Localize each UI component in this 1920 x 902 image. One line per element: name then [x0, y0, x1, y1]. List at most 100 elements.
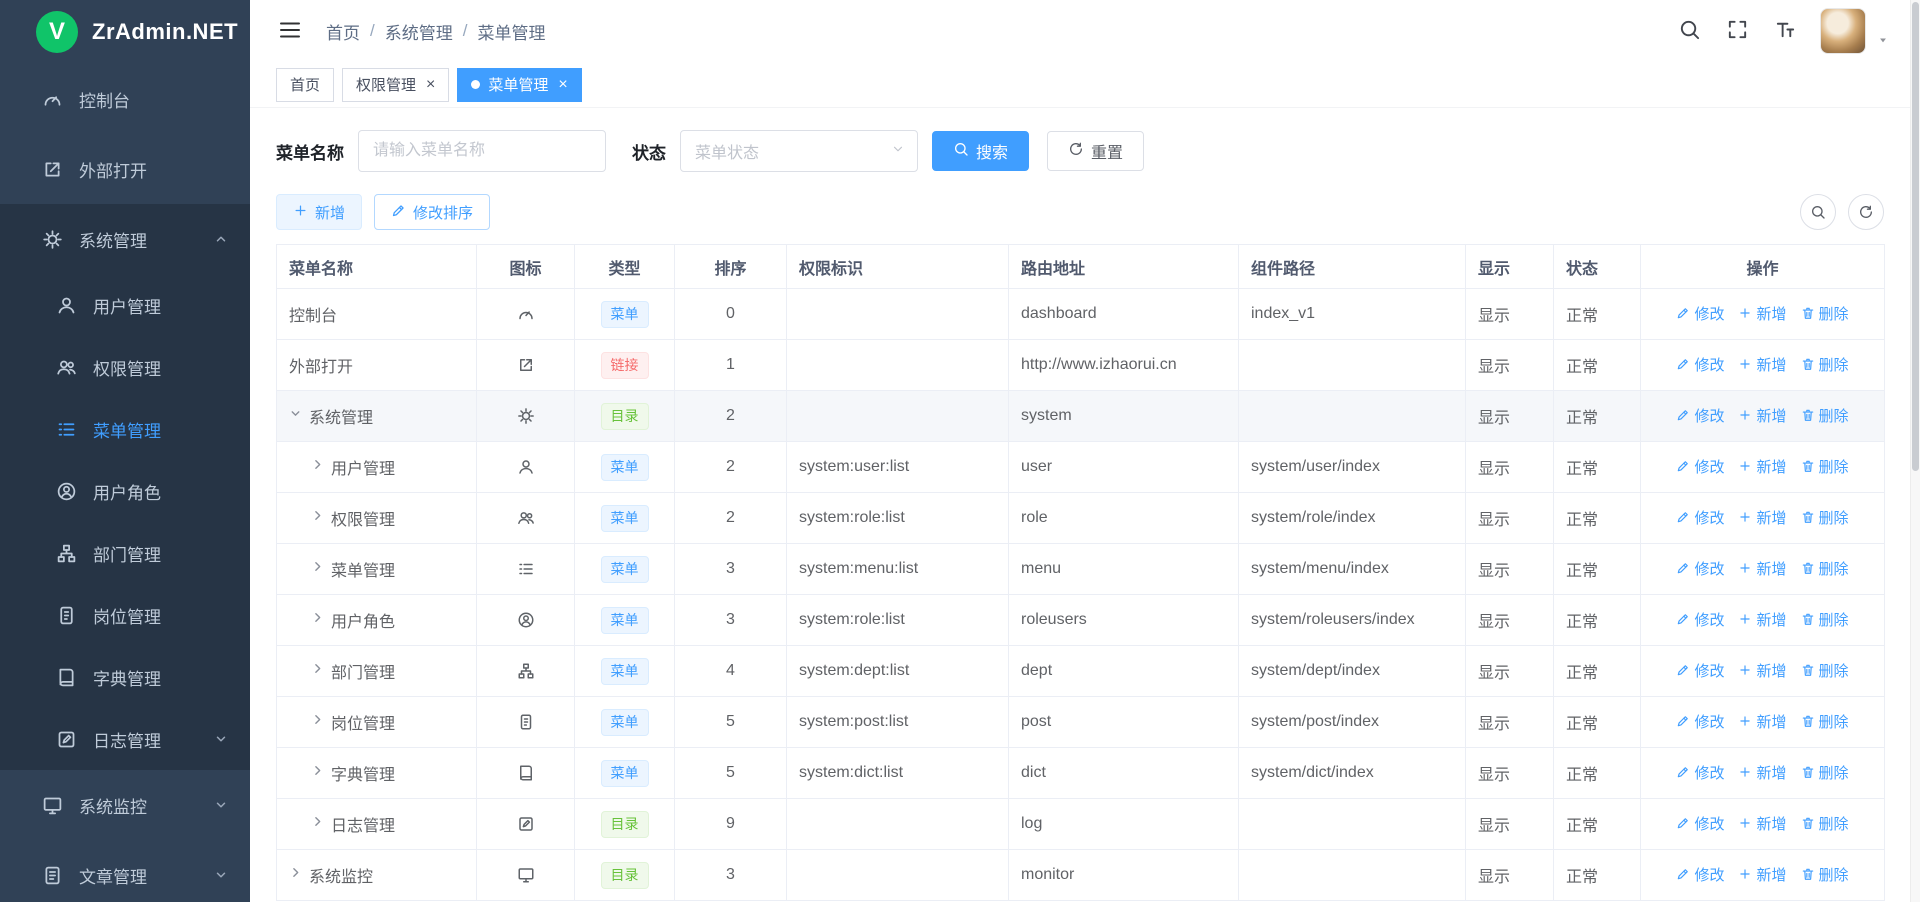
- status-select[interactable]: 菜单状态: [680, 130, 918, 172]
- page-scrollbar[interactable]: [1910, 0, 1920, 902]
- user-avatar[interactable]: [1820, 8, 1866, 54]
- delete-link[interactable]: 删除: [1801, 864, 1849, 885]
- edit-link[interactable]: 修改: [1676, 456, 1724, 477]
- tab-0[interactable]: 首页: [276, 68, 334, 102]
- sidebar-subitem[interactable]: 用户角色: [0, 460, 250, 522]
- font-size-button[interactable]: [1772, 18, 1798, 44]
- sidebar-item[interactable]: 文章管理: [0, 840, 250, 902]
- delete-link[interactable]: 删除: [1801, 711, 1849, 732]
- sidebar-subitem[interactable]: 部门管理: [0, 522, 250, 584]
- row-expander[interactable]: [311, 713, 324, 731]
- delete-link[interactable]: 删除: [1801, 456, 1849, 477]
- add-link[interactable]: 新增: [1738, 864, 1786, 885]
- component-cell: system/role/index: [1239, 493, 1466, 544]
- add-link[interactable]: 新增: [1738, 456, 1786, 477]
- user-role-icon: [517, 611, 535, 629]
- plus-icon: [1738, 357, 1752, 371]
- dept-tree-icon: [517, 662, 535, 680]
- search-button[interactable]: 搜索: [932, 131, 1029, 171]
- sidebar-subitem[interactable]: 字典管理: [0, 646, 250, 708]
- delete-link[interactable]: 删除: [1801, 507, 1849, 528]
- edit-link[interactable]: 修改: [1676, 660, 1724, 681]
- trash-icon: [1801, 714, 1815, 728]
- hamburger-icon: [278, 18, 302, 42]
- tab-2[interactable]: 菜单管理×: [457, 68, 581, 102]
- menu-name-input[interactable]: [358, 130, 606, 172]
- status-cell: 正常: [1554, 646, 1641, 697]
- user-icon: [56, 295, 77, 316]
- delete-link[interactable]: 删除: [1801, 558, 1849, 579]
- delete-link[interactable]: 删除: [1801, 405, 1849, 426]
- delete-link[interactable]: 删除: [1801, 762, 1849, 783]
- add-link[interactable]: 新增: [1738, 711, 1786, 732]
- sidebar-item[interactable]: 系统管理: [0, 204, 250, 274]
- plus-icon: [1738, 561, 1752, 575]
- add-link[interactable]: 新增: [1738, 507, 1786, 528]
- delete-link[interactable]: 删除: [1801, 354, 1849, 375]
- row-expander[interactable]: [311, 662, 324, 680]
- header-search-button[interactable]: [1676, 18, 1702, 44]
- breadcrumb-item[interactable]: 系统管理: [385, 19, 453, 44]
- fullscreen-button[interactable]: [1724, 18, 1750, 44]
- edit-link[interactable]: 修改: [1676, 762, 1724, 783]
- column-header: 菜单名称: [277, 245, 477, 289]
- add-button[interactable]: 新增: [276, 194, 362, 230]
- breadcrumb-item[interactable]: 首页: [326, 19, 360, 44]
- edit-link[interactable]: 修改: [1676, 354, 1724, 375]
- row-expander[interactable]: [311, 560, 324, 578]
- delete-link[interactable]: 删除: [1801, 303, 1849, 324]
- edit-link[interactable]: 修改: [1676, 813, 1724, 834]
- row-expander[interactable]: [311, 509, 324, 527]
- sidebar-subitem[interactable]: 菜单管理: [0, 398, 250, 460]
- delete-link[interactable]: 删除: [1801, 609, 1849, 630]
- avatar-dropdown-caret[interactable]: [1888, 11, 1890, 52]
- sidebar-subitem[interactable]: 日志管理: [0, 708, 250, 770]
- sidebar-subitem[interactable]: 岗位管理: [0, 584, 250, 646]
- add-link[interactable]: 新增: [1738, 660, 1786, 681]
- tab-close-icon[interactable]: ×: [426, 77, 435, 93]
- component-cell: [1239, 850, 1466, 901]
- delete-link[interactable]: 删除: [1801, 813, 1849, 834]
- tab-close-icon[interactable]: ×: [558, 77, 567, 93]
- add-link[interactable]: 新增: [1738, 813, 1786, 834]
- order-cell: 9: [675, 799, 787, 850]
- menu-name: 权限管理: [331, 506, 395, 530]
- reset-button[interactable]: 重置: [1047, 131, 1144, 171]
- edit-link[interactable]: 修改: [1676, 711, 1724, 732]
- add-link[interactable]: 新增: [1738, 354, 1786, 375]
- sidebar-subitem[interactable]: 权限管理: [0, 336, 250, 398]
- edit-link[interactable]: 修改: [1676, 609, 1724, 630]
- edit-link[interactable]: 修改: [1676, 864, 1724, 885]
- sidebar-item[interactable]: 系统监控: [0, 770, 250, 840]
- add-link[interactable]: 新增: [1738, 405, 1786, 426]
- add-link[interactable]: 新增: [1738, 558, 1786, 579]
- add-link[interactable]: 新增: [1738, 609, 1786, 630]
- sidebar-item[interactable]: 外部打开: [0, 134, 250, 204]
- edit-link[interactable]: 修改: [1676, 507, 1724, 528]
- breadcrumb-item[interactable]: 菜单管理: [477, 19, 545, 44]
- edit-link[interactable]: 修改: [1676, 405, 1724, 426]
- sidebar-toggle-button[interactable]: [276, 17, 304, 45]
- row-expander[interactable]: [311, 815, 324, 833]
- menu-list-icon: [517, 560, 535, 578]
- plus-icon: [1738, 816, 1752, 830]
- refresh-table-button[interactable]: [1848, 194, 1884, 230]
- edit-link[interactable]: 修改: [1676, 558, 1724, 579]
- row-expander[interactable]: [289, 866, 302, 884]
- row-expander[interactable]: [289, 407, 302, 425]
- tab-1[interactable]: 权限管理×: [342, 68, 449, 102]
- scrollbar-thumb[interactable]: [1912, 2, 1919, 471]
- sidebar-item[interactable]: 控制台: [0, 64, 250, 134]
- sidebar-subitem[interactable]: 用户管理: [0, 274, 250, 336]
- edit-link[interactable]: 修改: [1676, 303, 1724, 324]
- show-search-button[interactable]: [1800, 194, 1836, 230]
- status-cell: 正常: [1554, 289, 1641, 340]
- font-size-icon: [1774, 18, 1797, 41]
- row-expander[interactable]: [311, 764, 324, 782]
- add-link[interactable]: 新增: [1738, 762, 1786, 783]
- row-expander[interactable]: [311, 458, 324, 476]
- edit-sort-button[interactable]: 修改排序: [374, 194, 490, 230]
- add-link[interactable]: 新增: [1738, 303, 1786, 324]
- delete-link[interactable]: 删除: [1801, 660, 1849, 681]
- row-expander[interactable]: [311, 611, 324, 629]
